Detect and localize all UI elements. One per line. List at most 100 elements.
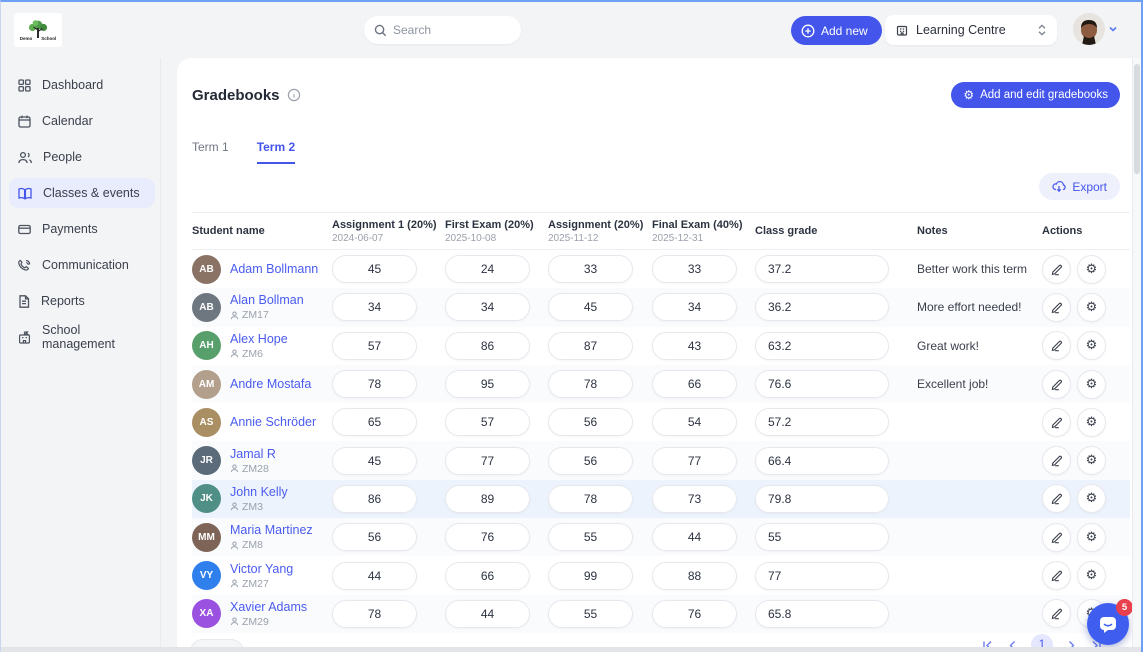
class-grade-input[interactable] xyxy=(755,370,889,398)
sidebar-item-dashboard[interactable]: Dashboard xyxy=(9,70,155,100)
student-name-link[interactable]: Jamal R xyxy=(230,447,276,462)
grade-input[interactable] xyxy=(652,447,737,475)
student-name-link[interactable]: John Kelly xyxy=(230,485,288,500)
grade-input[interactable] xyxy=(548,600,633,628)
workspace-select[interactable]: Learning Centre xyxy=(885,15,1057,45)
sidebar-item-calendar[interactable]: Calendar xyxy=(9,106,155,136)
student-name-link[interactable]: Victor Yang xyxy=(230,562,293,577)
grade-input[interactable] xyxy=(332,370,417,398)
edit-note-button[interactable] xyxy=(1042,446,1071,475)
edit-note-button[interactable] xyxy=(1042,599,1071,628)
row-settings-button[interactable]: ⚙ xyxy=(1077,293,1106,322)
grade-input[interactable] xyxy=(445,408,530,436)
grade-input[interactable] xyxy=(548,370,633,398)
grade-input[interactable] xyxy=(445,255,530,283)
info-icon[interactable] xyxy=(287,88,301,102)
grade-input[interactable] xyxy=(445,370,530,398)
grade-input[interactable] xyxy=(652,562,737,590)
tab-term-1[interactable]: Term 1 xyxy=(192,140,229,164)
grade-input[interactable] xyxy=(548,293,633,321)
student-name-link[interactable]: Maria Martinez xyxy=(230,523,313,538)
grade-input[interactable] xyxy=(332,293,417,321)
chat-widget-button[interactable]: 5 xyxy=(1087,603,1129,645)
row-settings-button[interactable]: ⚙ xyxy=(1077,408,1106,437)
export-button[interactable]: Export xyxy=(1039,173,1120,200)
class-grade-input[interactable] xyxy=(755,255,889,283)
scrollbar-thumb[interactable] xyxy=(1134,64,1140,174)
sidebar-item-reports[interactable]: Reports xyxy=(9,286,155,316)
add-edit-gradebooks-button[interactable]: ⚙ Add and edit gradebooks xyxy=(951,82,1120,108)
student-name-link[interactable]: Andre Mostafa xyxy=(230,377,311,392)
class-grade-input[interactable] xyxy=(755,332,889,360)
grade-input[interactable] xyxy=(332,562,417,590)
class-grade-input[interactable] xyxy=(755,293,889,321)
grade-input[interactable] xyxy=(548,255,633,283)
grade-input[interactable] xyxy=(332,255,417,283)
grade-input[interactable] xyxy=(548,485,633,513)
edit-note-button[interactable] xyxy=(1042,255,1071,284)
add-new-button[interactable]: Add new xyxy=(791,16,882,45)
sidebar-item-payments[interactable]: Payments xyxy=(9,214,155,244)
row-settings-button[interactable]: ⚙ xyxy=(1077,484,1106,513)
student-name-link[interactable]: Alex Hope xyxy=(230,332,288,347)
sidebar-item-people[interactable]: People xyxy=(9,142,155,172)
sidebar-item-communication[interactable]: Communication xyxy=(9,250,155,280)
edit-note-button[interactable] xyxy=(1042,408,1071,437)
grade-input[interactable] xyxy=(445,293,530,321)
student-name-link[interactable]: Annie Schröder xyxy=(230,415,316,430)
class-grade-input[interactable] xyxy=(755,562,889,590)
grade-input[interactable] xyxy=(548,523,633,551)
edit-note-button[interactable] xyxy=(1042,523,1071,552)
grade-input[interactable] xyxy=(445,485,530,513)
grade-input[interactable] xyxy=(652,293,737,321)
grade-input[interactable] xyxy=(332,485,417,513)
grade-input[interactable] xyxy=(548,408,633,436)
class-grade-input[interactable] xyxy=(755,485,889,513)
grade-input[interactable] xyxy=(548,447,633,475)
edit-note-button[interactable] xyxy=(1042,484,1071,513)
class-grade-input[interactable] xyxy=(755,523,889,551)
grade-input[interactable] xyxy=(652,255,737,283)
tab-term-2[interactable]: Term 2 xyxy=(257,140,295,164)
edit-note-button[interactable] xyxy=(1042,561,1071,590)
sidebar-item-classes-events[interactable]: Classes & events xyxy=(9,178,155,208)
edit-note-button[interactable] xyxy=(1042,370,1071,399)
grade-input[interactable] xyxy=(332,523,417,551)
school-logo[interactable]: Demo School xyxy=(14,13,62,47)
grade-input[interactable] xyxy=(652,600,737,628)
edit-note-button[interactable] xyxy=(1042,331,1071,360)
student-name-link[interactable]: Xavier Adams xyxy=(230,600,307,615)
search-input[interactable] xyxy=(393,23,503,37)
grade-input[interactable] xyxy=(548,332,633,360)
grade-input[interactable] xyxy=(332,447,417,475)
grade-input[interactable] xyxy=(445,562,530,590)
sidebar-item-school-management[interactable]: School management xyxy=(9,322,155,352)
class-grade-input[interactable] xyxy=(755,408,889,436)
grade-input[interactable] xyxy=(332,332,417,360)
grade-input[interactable] xyxy=(652,523,737,551)
grade-input[interactable] xyxy=(445,523,530,551)
grade-input[interactable] xyxy=(445,447,530,475)
grade-input[interactable] xyxy=(652,332,737,360)
grade-input[interactable] xyxy=(652,485,737,513)
row-settings-button[interactable]: ⚙ xyxy=(1077,255,1106,284)
grade-input[interactable] xyxy=(548,562,633,590)
class-grade-input[interactable] xyxy=(755,600,889,628)
student-name-link[interactable]: Adam Bollmann xyxy=(230,262,318,277)
row-settings-button[interactable]: ⚙ xyxy=(1077,331,1106,360)
edit-note-button[interactable] xyxy=(1042,293,1071,322)
grade-input[interactable] xyxy=(445,332,530,360)
search-bar[interactable] xyxy=(364,16,521,44)
grade-input[interactable] xyxy=(332,600,417,628)
grade-input[interactable] xyxy=(652,408,737,436)
grade-input[interactable] xyxy=(332,408,417,436)
user-menu[interactable] xyxy=(1073,13,1119,45)
row-settings-button[interactable]: ⚙ xyxy=(1077,370,1106,399)
grade-input[interactable] xyxy=(652,370,737,398)
class-grade-input[interactable] xyxy=(755,447,889,475)
row-settings-button[interactable]: ⚙ xyxy=(1077,523,1106,552)
student-name-link[interactable]: Alan Bollman xyxy=(230,293,304,308)
row-settings-button[interactable]: ⚙ xyxy=(1077,446,1106,475)
row-settings-button[interactable]: ⚙ xyxy=(1077,561,1106,590)
grade-input[interactable] xyxy=(445,600,530,628)
